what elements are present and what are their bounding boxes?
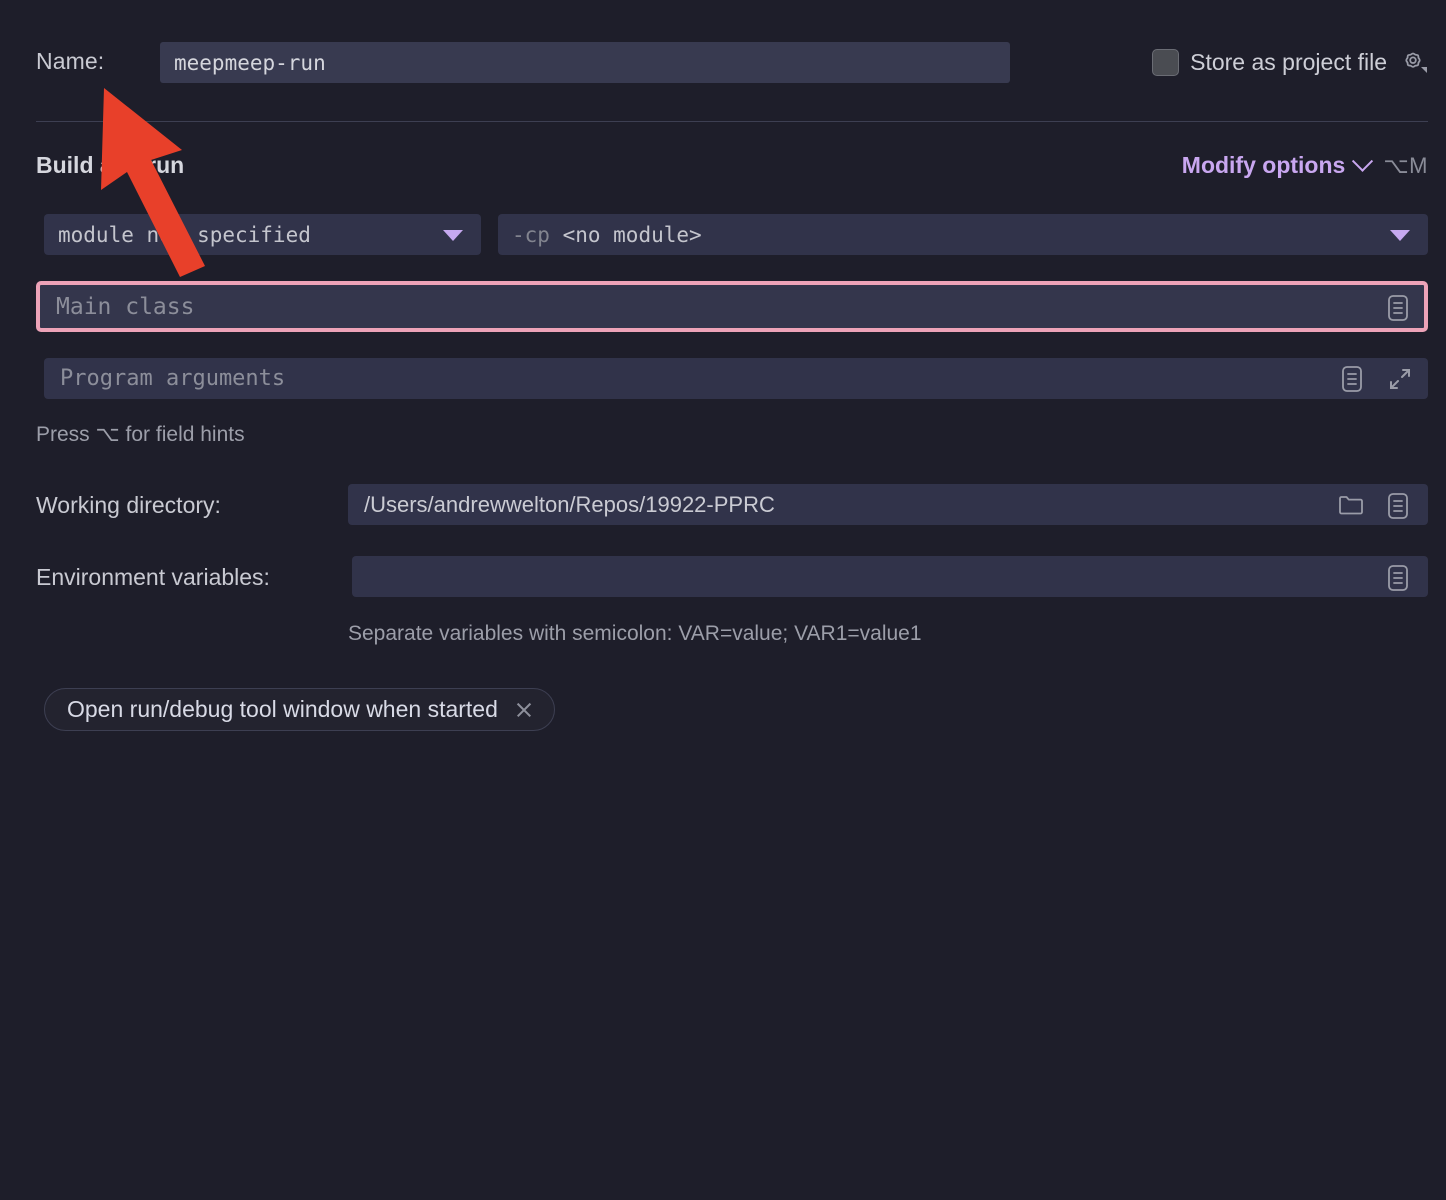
working-directory-macro-icon[interactable] — [1384, 490, 1412, 527]
section-title-build-and-run: Build and run — [36, 152, 185, 178]
store-as-project-file-control[interactable]: Store as project file — [1152, 44, 1428, 80]
main-class-browse-icon[interactable] — [1384, 292, 1412, 329]
module-select[interactable]: module not specified — [44, 214, 481, 255]
working-directory-value: /Users/andrewwelton/Repos/19922-PPRC — [364, 492, 775, 517]
program-arguments-expand-icon[interactable] — [1386, 365, 1414, 398]
dropdown-arrow-icon — [443, 230, 463, 241]
modify-options-shortcut: ⌥M — [1383, 153, 1428, 178]
classpath-value: <no module> — [562, 223, 702, 247]
name-row: Name: Store as project file — [0, 0, 1446, 120]
classpath-text: -cp <no module> — [512, 223, 702, 247]
module-select-value: module not specified — [58, 223, 311, 247]
program-arguments-field[interactable]: Program arguments — [44, 358, 1428, 399]
main-class-placeholder: Main class — [56, 294, 195, 320]
field-hints-text: Press ⌥ for field hints — [36, 423, 245, 446]
environment-variables-hint: Separate variables with semicolon: VAR=v… — [348, 622, 922, 645]
chevron-down-icon — [1352, 150, 1374, 172]
environment-variables-browse-icon[interactable] — [1384, 562, 1412, 599]
close-icon[interactable] — [514, 700, 534, 720]
program-arguments-macro-icon[interactable] — [1338, 363, 1366, 400]
store-as-project-file-label: Store as project file — [1190, 48, 1387, 75]
option-chip-label: Open run/debug tool window when started — [67, 696, 498, 722]
modify-options-group: Modify options ⌥M — [1181, 150, 1428, 179]
classpath-flag: -cp — [512, 223, 550, 247]
gear-icon[interactable] — [1398, 47, 1428, 77]
working-directory-field[interactable]: /Users/andrewwelton/Repos/19922-PPRC — [348, 484, 1428, 525]
program-arguments-placeholder: Program arguments — [60, 366, 286, 391]
working-directory-label: Working directory: — [36, 492, 221, 518]
annotation-arrow — [101, 88, 205, 277]
classpath-select[interactable]: -cp <no module> — [498, 214, 1428, 255]
name-label: Name: — [36, 48, 105, 74]
environment-variables-field[interactable] — [352, 556, 1428, 597]
store-as-project-file-checkbox[interactable] — [1152, 48, 1180, 76]
option-chip-open-run-debug-tool-window[interactable]: Open run/debug tool window when started — [44, 688, 555, 731]
modify-options-label: Modify options — [1181, 152, 1346, 178]
folder-icon[interactable] — [1336, 491, 1366, 524]
dropdown-arrow-icon — [1390, 230, 1410, 241]
modify-options-button[interactable]: Modify options — [1181, 150, 1374, 179]
header-divider — [36, 121, 1428, 122]
name-input[interactable] — [160, 42, 1010, 83]
environment-variables-label: Environment variables: — [36, 564, 270, 590]
main-class-field[interactable]: Main class — [36, 281, 1428, 332]
